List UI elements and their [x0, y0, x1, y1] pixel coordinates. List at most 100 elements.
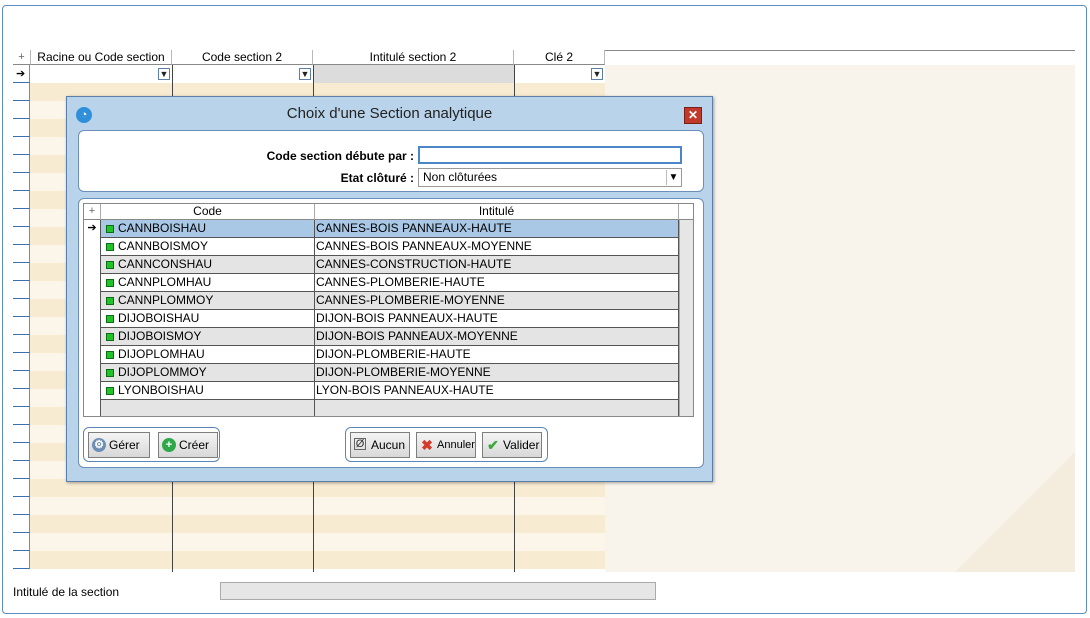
grid-add-icon[interactable]: + — [13, 50, 31, 65]
grid-row-header[interactable] — [13, 191, 30, 209]
list-item-code: LYONBOISHAU — [101, 382, 315, 400]
grid-row-header[interactable] — [13, 155, 30, 173]
list-row-header[interactable] — [84, 400, 101, 416]
list-item-intitule: DIJON-BOIS PANNEAUX-HAUTE — [315, 310, 679, 328]
list-item-code-text: CANNBOISHAU — [118, 221, 207, 235]
grid-row-header[interactable] — [13, 497, 30, 515]
grid-row[interactable] — [13, 497, 605, 515]
status-green-icon — [106, 351, 114, 359]
col-header-cle-2[interactable]: Clé 2 — [514, 50, 605, 65]
gear-icon: ⚙ — [92, 438, 106, 452]
code-section-2-dropdown-chevron-down-icon[interactable]: ▼ — [299, 68, 311, 80]
grid-row-header[interactable] — [13, 209, 30, 227]
grid-row[interactable] — [13, 515, 605, 533]
grid-row-header[interactable] — [13, 299, 30, 317]
list-add-icon[interactable]: + — [84, 204, 101, 220]
grid-row-header[interactable] — [13, 461, 30, 479]
list-row-header[interactable] — [84, 256, 101, 274]
list-row-header[interactable] — [84, 274, 101, 292]
list-item[interactable]: CANNBOISMOY CANNES-BOIS PANNEAUX-MOYENNE — [84, 238, 679, 256]
chevron-down-icon[interactable]: ▼ — [666, 170, 680, 185]
list-row-header[interactable] — [84, 346, 101, 364]
list-item-code: DIJOPLOMMOY — [101, 364, 315, 382]
aucun-button[interactable]: Ø Aucun — [350, 432, 410, 458]
close-icon[interactable]: ✕ — [684, 107, 702, 124]
list-row-header[interactable]: ➔ — [84, 220, 101, 238]
list-col-intitule[interactable]: Intitulé — [315, 204, 679, 220]
list-item-intitule: DIJON-PLOMBERIE-HAUTE — [315, 346, 679, 364]
list-item[interactable]: DIJOPLOMHAU DIJON-PLOMBERIE-HAUTE — [84, 346, 679, 364]
grid-row[interactable] — [13, 533, 605, 551]
grid-row-header[interactable] — [13, 173, 30, 191]
grid-row-header[interactable] — [13, 101, 30, 119]
list-item-code: CANNBOISMOY — [101, 238, 315, 256]
intitule-section-field[interactable] — [220, 582, 656, 600]
list-item[interactable] — [84, 400, 679, 416]
grid-row-header[interactable] — [13, 551, 30, 569]
list-item-code-text: DIJOPLOMHAU — [118, 347, 205, 361]
list-row-header[interactable] — [84, 364, 101, 382]
list-row-header[interactable] — [84, 328, 101, 346]
list-item[interactable]: CANNCONSHAU CANNES-CONSTRUCTION-HAUTE — [84, 256, 679, 274]
list-item-intitule — [315, 400, 679, 416]
grid-row-header[interactable] — [13, 515, 30, 533]
etat-filter-label: Etat clôturé : — [340, 171, 414, 185]
list-row-header[interactable] — [84, 238, 101, 256]
racine-dropdown-chevron-down-icon[interactable]: ▼ — [158, 68, 170, 80]
grid-row-header[interactable] — [13, 335, 30, 353]
grid-row-header[interactable] — [13, 533, 30, 551]
sections-list: + Code Intitulé ➔ CANNBOISHAU CANNES-BOIS … — [83, 203, 694, 417]
col-header-code-section-2[interactable]: Code section 2 — [172, 50, 313, 65]
annuler-button[interactable]: ✖ Annuler — [416, 432, 476, 458]
grid-row-header[interactable] — [13, 227, 30, 245]
list-row-header[interactable] — [84, 310, 101, 328]
cle-2-dropdown-chevron-down-icon[interactable]: ▼ — [591, 68, 603, 80]
list-item-intitule-text: CANNES-PLOMBERIE-MOYENNE — [316, 293, 505, 307]
list-row-header[interactable] — [84, 382, 101, 400]
list-row-header[interactable] — [84, 292, 101, 310]
list-item-code — [101, 400, 315, 416]
list-item-intitule: DIJON-BOIS PANNEAUX-MOYENNE — [315, 328, 679, 346]
list-item[interactable]: DIJOPLOMMOY DIJON-PLOMBERIE-MOYENNE — [84, 364, 679, 382]
list-item[interactable]: DIJOBOISHAU DIJON-BOIS PANNEAUX-HAUTE — [84, 310, 679, 328]
col-header-racine[interactable]: Racine ou Code section — [31, 50, 172, 65]
grid-row-header[interactable] — [13, 317, 30, 335]
list-item[interactable]: CANNPLOMHAU CANNES-PLOMBERIE-HAUTE — [84, 274, 679, 292]
grid-row-header[interactable] — [13, 425, 30, 443]
list-item-intitule-text: DIJON-BOIS PANNEAUX-MOYENNE — [316, 329, 518, 343]
status-green-icon — [106, 369, 114, 377]
grid-row-header[interactable] — [13, 371, 30, 389]
grid-row[interactable]: ➔ ▼ ▼ ▼ — [13, 65, 605, 83]
grid-row-header[interactable] — [13, 263, 30, 281]
grid-row-header[interactable] — [13, 389, 30, 407]
valider-button[interactable]: ✔ Valider — [482, 432, 542, 458]
annuler-button-label: Annuler — [437, 439, 475, 451]
grid-row-header[interactable] — [13, 479, 30, 497]
col-header-intitule-section-2[interactable]: Intitulé section 2 — [313, 50, 514, 65]
grid-row-header[interactable] — [13, 353, 30, 371]
grid-row-header[interactable] — [13, 443, 30, 461]
grid-row-header[interactable] — [13, 407, 30, 425]
list-col-code[interactable]: Code — [101, 204, 315, 220]
etat-select[interactable]: Non clôturées ▼ — [418, 168, 682, 187]
grid-row[interactable] — [13, 551, 605, 569]
grid-row-header[interactable] — [13, 83, 30, 101]
list-item-code: CANNPLOMHAU — [101, 274, 315, 292]
list-item[interactable]: DIJOBOISMOY DIJON-BOIS PANNEAUX-MOYENNE — [84, 328, 679, 346]
creer-button[interactable]: + Créer — [158, 432, 218, 458]
list-item[interactable]: ➔ CANNBOISHAU CANNES-BOIS PANNEAUX-HAUTE — [84, 220, 679, 238]
empty-set-icon: Ø — [354, 438, 366, 450]
list-item[interactable]: CANNPLOMMOY CANNES-PLOMBERIE-MOYENNE — [84, 292, 679, 310]
row-pointer-icon: ➔ — [16, 68, 26, 80]
list-item[interactable]: LYONBOISHAU LYON-BOIS PANNEAUX-HAUTE — [84, 382, 679, 400]
code-filter-input[interactable] — [418, 146, 682, 164]
grid-decoration — [955, 452, 1075, 572]
grid-row-header[interactable] — [13, 119, 30, 137]
grid-row-header[interactable] — [13, 245, 30, 263]
grid-row-header[interactable] — [13, 137, 30, 155]
list-item-intitule: LYON-BOIS PANNEAUX-HAUTE — [315, 382, 679, 400]
list-scrollbar[interactable] — [679, 220, 693, 416]
grid-row-header[interactable] — [13, 281, 30, 299]
list-item-code-text: CANNCONSHAU — [118, 257, 213, 271]
gerer-button[interactable]: ⚙ Gérer — [88, 432, 150, 458]
